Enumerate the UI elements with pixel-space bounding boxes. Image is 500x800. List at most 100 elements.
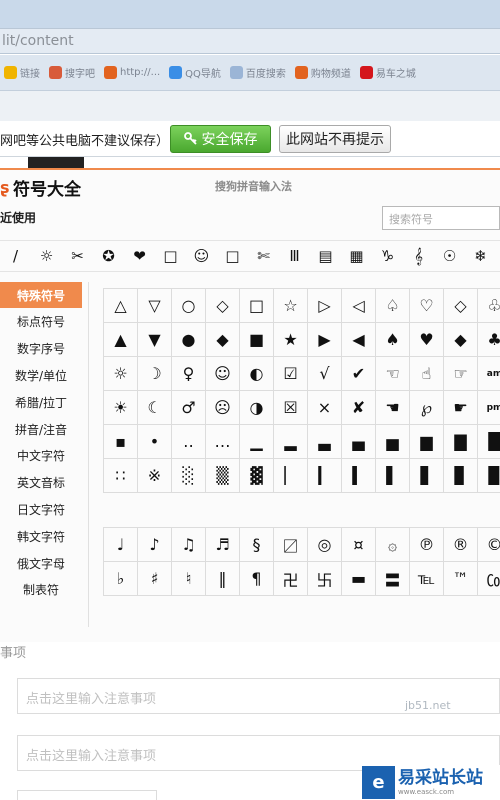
symbol-cell[interactable]: ○	[172, 289, 206, 323]
symbol-cell[interactable]: ☑	[274, 357, 308, 391]
symbol-cell[interactable]: ◀	[342, 323, 376, 357]
symbol-cell[interactable]: ▆	[410, 425, 444, 459]
symbol-cell[interactable]: █	[478, 425, 500, 459]
recent-symbol[interactable]: ❤	[124, 241, 155, 271]
category-item[interactable]: 拼音/注音	[0, 416, 82, 442]
symbol-cell[interactable]: ‖	[206, 562, 240, 596]
symbol-cell[interactable]: ☞	[444, 357, 478, 391]
symbol-cell[interactable]: ℗	[410, 528, 444, 562]
symbol-cell[interactable]: ▂	[274, 425, 308, 459]
symbol-cell[interactable]: ☹	[206, 391, 240, 425]
symbol-cell[interactable]: ☆	[274, 289, 308, 323]
bookmark-item[interactable]: 易车之城	[356, 55, 421, 91]
symbol-cell[interactable]: ☒	[274, 391, 308, 425]
recent-symbol[interactable]: ♑	[372, 241, 403, 271]
symbol-cell[interactable]: ♩	[104, 528, 138, 562]
symbol-cell[interactable]: ▲	[104, 323, 138, 357]
symbol-cell[interactable]: ▄	[342, 425, 376, 459]
symbol-cell[interactable]: ◎	[308, 528, 342, 562]
symbol-cell[interactable]: □	[240, 289, 274, 323]
symbol-cell[interactable]: ▎	[308, 459, 342, 493]
category-item[interactable]: 英文音标	[0, 470, 82, 496]
symbol-cell[interactable]: ◑	[240, 391, 274, 425]
symbol-cell[interactable]: ♧	[478, 289, 500, 323]
symbol-cell[interactable]: ™	[444, 562, 478, 596]
symbol-cell[interactable]: ◐	[240, 357, 274, 391]
bookmark-item[interactable]: 购物频道	[291, 55, 356, 91]
symbol-cell[interactable]: ®	[444, 528, 478, 562]
symbol-cell[interactable]: ▶	[308, 323, 342, 357]
symbol-cell[interactable]: §	[240, 528, 274, 562]
symbol-search-input[interactable]: 搜索符号	[382, 206, 500, 230]
symbol-cell[interactable]: ✘	[342, 391, 376, 425]
symbol-cell[interactable]: ▷	[308, 289, 342, 323]
safe-save-button[interactable]: 安全保存	[170, 125, 271, 153]
symbol-cell[interactable]: 〼	[274, 528, 308, 562]
symbol-cell[interactable]: ▍	[342, 459, 376, 493]
symbol-cell[interactable]: ●	[172, 323, 206, 357]
symbol-cell[interactable]: ◇	[206, 289, 240, 323]
symbol-cell[interactable]: ◁	[342, 289, 376, 323]
symbol-cell[interactable]: ∷	[104, 459, 138, 493]
symbol-cell[interactable]: △	[104, 289, 138, 323]
symbol-cell[interactable]: ¶	[240, 562, 274, 596]
symbol-cell[interactable]: •	[138, 425, 172, 459]
symbol-cell[interactable]: ☾	[138, 391, 172, 425]
symbol-cell[interactable]: ℡	[410, 562, 444, 596]
category-item[interactable]: 数字序号	[0, 336, 82, 362]
symbol-cell[interactable]: …	[206, 425, 240, 459]
symbol-cell[interactable]: ▬	[342, 562, 376, 596]
category-item[interactable]: 中文字符	[0, 443, 82, 469]
symbol-cell[interactable]: ※	[138, 459, 172, 493]
symbol-cell[interactable]: ▁	[240, 425, 274, 459]
recent-symbol[interactable]: □	[155, 241, 186, 271]
bookmark-item[interactable]: QQ导航	[165, 55, 226, 91]
symbol-cell[interactable]: pm	[478, 391, 500, 425]
symbol-cell[interactable]: ▽	[138, 289, 172, 323]
recent-symbol[interactable]: ☉	[434, 241, 465, 271]
symbol-cell[interactable]: ♭	[104, 562, 138, 596]
notes-field-3[interactable]	[17, 790, 157, 800]
recent-symbol[interactable]: Ⅲ	[279, 241, 310, 271]
symbol-cell[interactable]: ☝	[410, 357, 444, 391]
symbol-cell[interactable]: ▃	[308, 425, 342, 459]
symbol-cell[interactable]: ▓	[240, 459, 274, 493]
symbol-cell[interactable]: ▉	[478, 459, 500, 493]
symbol-cell[interactable]: ▅	[376, 425, 410, 459]
recent-symbol[interactable]: ▤	[310, 241, 341, 271]
symbol-cell[interactable]: ×	[308, 391, 342, 425]
symbol-cell[interactable]: ℘	[410, 391, 444, 425]
symbol-cell[interactable]: √	[308, 357, 342, 391]
symbol-cell[interactable]: ♫	[172, 528, 206, 562]
symbol-cell[interactable]: ▋	[410, 459, 444, 493]
symbol-cell[interactable]: ▇	[444, 425, 478, 459]
symbol-cell[interactable]: ✔	[342, 357, 376, 391]
address-bar[interactable]: lit/content	[0, 28, 500, 54]
recent-symbol[interactable]: ✂	[62, 241, 93, 271]
bookmark-item[interactable]: 搜字吧	[45, 55, 100, 91]
symbol-cell[interactable]: ♮	[172, 562, 206, 596]
recent-symbol[interactable]: □	[217, 241, 248, 271]
recent-symbol[interactable]: ▦	[341, 241, 372, 271]
symbol-cell[interactable]: ◆	[206, 323, 240, 357]
recent-symbol[interactable]: /	[0, 241, 31, 271]
recent-symbol[interactable]: ☼	[31, 241, 62, 271]
category-item[interactable]: 韩文字符	[0, 523, 82, 549]
symbol-cell[interactable]: ◆	[444, 323, 478, 357]
recent-symbol[interactable]: ✄	[248, 241, 279, 271]
recent-symbol[interactable]: 𝄞	[403, 241, 434, 271]
symbol-cell[interactable]: ▪	[104, 425, 138, 459]
bookmark-item[interactable]: http://...	[100, 55, 165, 91]
symbol-cell[interactable]: ♬	[206, 528, 240, 562]
symbol-cell[interactable]: ☽	[138, 357, 172, 391]
symbol-cell[interactable]: ☜	[376, 357, 410, 391]
symbol-cell[interactable]: ♯	[138, 562, 172, 596]
symbol-cell[interactable]: ■	[240, 323, 274, 357]
category-item[interactable]: 日文字符	[0, 496, 82, 522]
symbol-cell[interactable]: ‥	[172, 425, 206, 459]
symbol-cell[interactable]: 〓	[376, 562, 410, 596]
recent-symbol[interactable]: ☺	[186, 241, 217, 271]
symbol-cell[interactable]: 卐	[308, 562, 342, 596]
symbol-cell[interactable]: ¤	[342, 528, 376, 562]
recent-symbol[interactable]: ✪	[93, 241, 124, 271]
